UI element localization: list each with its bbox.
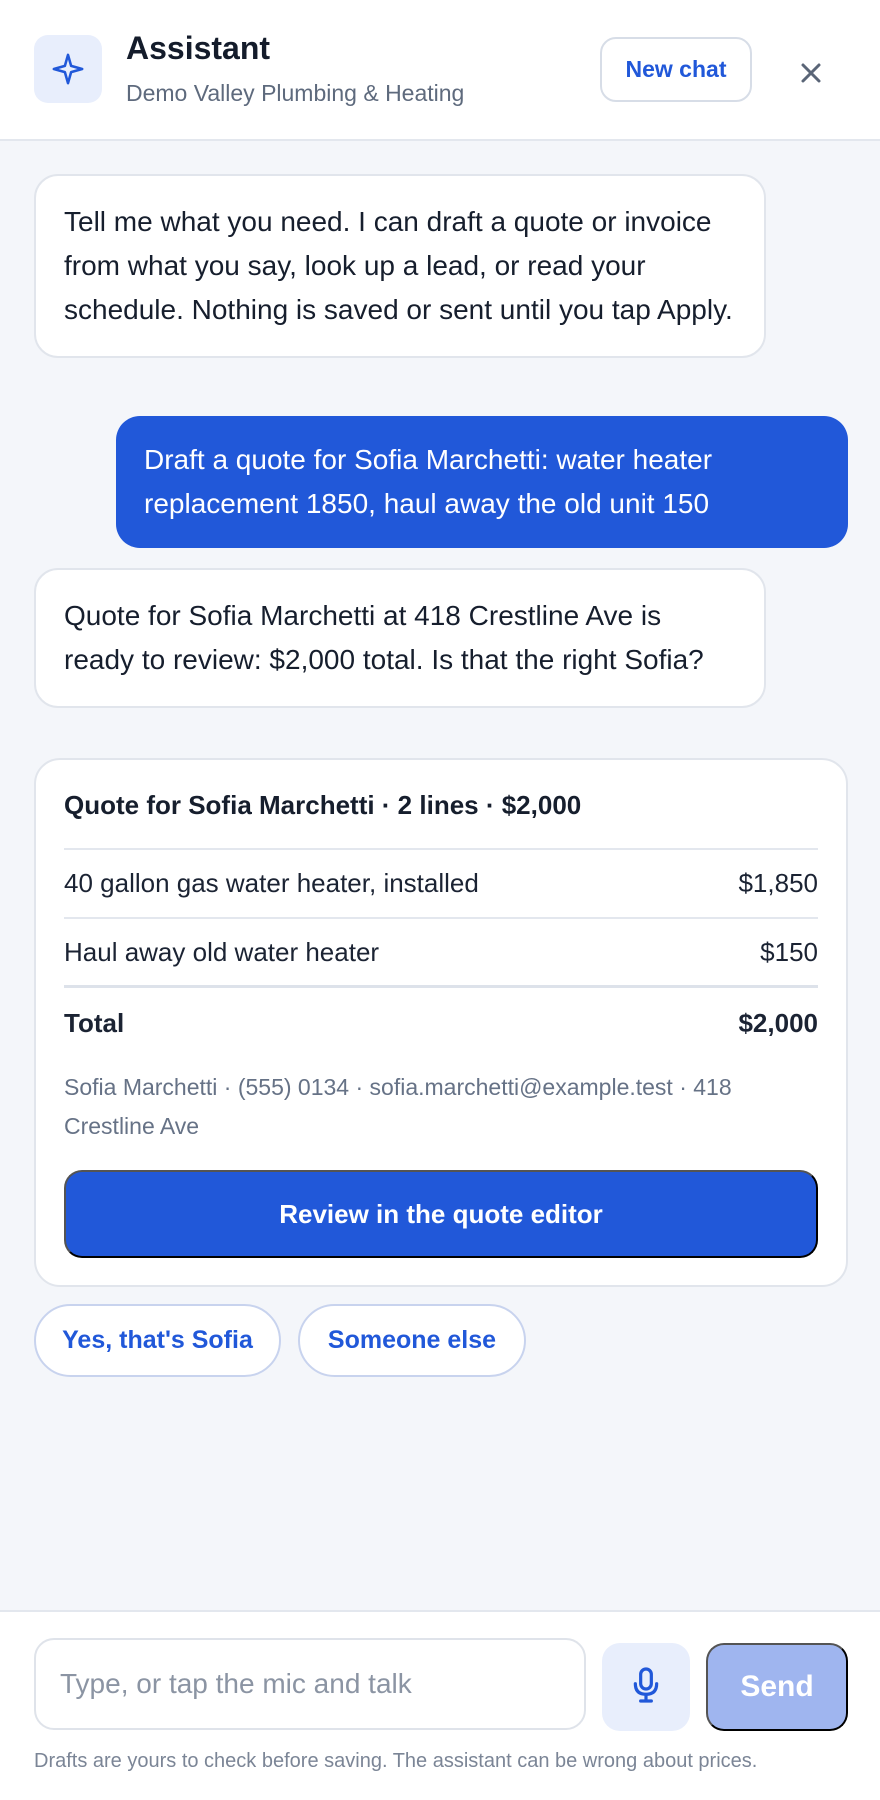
line-item-description: Haul away old water heater bbox=[64, 936, 380, 967]
quote-summary-title: Quote for Sofia Marchetti · 2 lines · $2… bbox=[64, 790, 582, 820]
review-in-quote-editor-button[interactable]: Review in the quote editor bbox=[64, 1170, 818, 1258]
line-item-amount: $1,850 bbox=[738, 867, 818, 898]
quote-preview-card: Quote for Sofia Marchetti · 2 lines · $2… bbox=[34, 758, 848, 1287]
disclaimer-text: Drafts are yours to check before saving.… bbox=[34, 1750, 758, 1772]
quote-total-row: Total $2,000 bbox=[64, 989, 818, 1057]
customer-contact-info: Sofia Marchetti · (555) 0134 · sofia.mar… bbox=[64, 1074, 732, 1139]
microphone-button[interactable] bbox=[602, 1643, 690, 1731]
line-item-description: 40 gallon gas water heater, installed bbox=[64, 867, 479, 898]
microphone-icon bbox=[630, 1666, 662, 1709]
new-chat-button[interactable]: New chat bbox=[600, 37, 752, 102]
total-divider bbox=[64, 985, 818, 988]
assistant-title: Assistant bbox=[126, 30, 271, 66]
message-input[interactable]: Type, or tap the mic and talk bbox=[34, 1638, 586, 1730]
total-amount: $2,000 bbox=[738, 1007, 818, 1038]
suggestion-chip-someone-else[interactable]: Someone else bbox=[298, 1304, 526, 1377]
send-button[interactable]: Send bbox=[706, 1643, 848, 1731]
assistant-message: Tell me what you need. I can draft a quo… bbox=[34, 174, 766, 358]
line-item-amount: $150 bbox=[760, 936, 818, 967]
quote-line-item: Haul away old water heater $150 bbox=[64, 918, 818, 986]
close-icon[interactable] bbox=[788, 50, 834, 96]
quote-line-item: 40 gallon gas water heater, installed $1… bbox=[64, 849, 818, 917]
user-message: Draft a quote for Sofia Marchetti: water… bbox=[116, 416, 848, 548]
chat-header: Assistant Demo Valley Plumbing & Heating… bbox=[0, 0, 880, 141]
business-name: Demo Valley Plumbing & Heating bbox=[126, 80, 465, 106]
message-composer: Type, or tap the mic and talk Send Draft… bbox=[0, 1610, 880, 1800]
sparkle-icon bbox=[34, 35, 102, 103]
suggestion-chip-confirm[interactable]: Yes, that's Sofia bbox=[34, 1304, 281, 1377]
total-label: Total bbox=[64, 1007, 125, 1038]
assistant-message: Quote for Sofia Marchetti at 418 Crestli… bbox=[34, 568, 766, 708]
